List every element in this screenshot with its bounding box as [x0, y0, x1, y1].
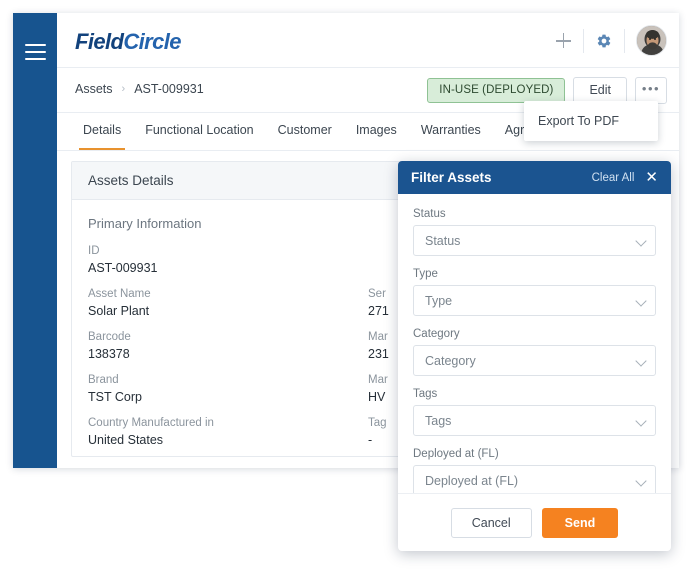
- hamburger-bar: [25, 44, 46, 46]
- hamburger-bar: [25, 58, 46, 60]
- select-placeholder: Status: [425, 233, 461, 248]
- field-value: 138378: [88, 347, 130, 361]
- send-button[interactable]: Send: [541, 507, 619, 538]
- deployed-at-fl-select[interactable]: Deployed at (FL): [413, 465, 656, 493]
- select-placeholder: Tags: [425, 413, 452, 428]
- avatar-photo-icon: [637, 26, 666, 55]
- hamburger-bar: [25, 51, 46, 53]
- breadcrumb-root-link[interactable]: Assets: [75, 82, 113, 96]
- chevron-down-icon: [635, 235, 647, 247]
- plus-icon: [555, 33, 571, 48]
- filter-label: Tags: [413, 388, 438, 400]
- type-select[interactable]: Type: [413, 285, 656, 316]
- filter-assets-panel: Filter Assets Clear All ✕ Status Status …: [398, 161, 671, 551]
- export-dropdown-menu: Export To PDF: [524, 101, 658, 141]
- edit-button[interactable]: Edit: [573, 77, 627, 104]
- field-label: Country Manufactured in: [88, 417, 214, 429]
- tags-select[interactable]: Tags: [413, 405, 656, 436]
- filter-group-type: Type Type: [413, 268, 656, 316]
- field-label: Asset Name: [88, 288, 151, 300]
- chevron-down-icon: [635, 415, 647, 427]
- filter-group-deployed-at-fl: Deployed at (FL) Deployed at (FL): [413, 448, 656, 493]
- logo-text-circle: Circle: [123, 29, 181, 54]
- logo-text-field: Field: [75, 29, 124, 54]
- filter-panel-header: Filter Assets Clear All ✕: [398, 161, 671, 194]
- screenshot-root: FieldCircle Assets › AST-009931 IN-USE (…: [0, 0, 691, 575]
- tab-details[interactable]: Details: [71, 113, 133, 150]
- chevron-down-icon: [635, 475, 647, 487]
- avatar[interactable]: [636, 25, 667, 56]
- app-topbar: FieldCircle: [57, 13, 679, 68]
- chevron-down-icon: [635, 295, 647, 307]
- header-actions: IN-USE (DEPLOYED) Edit •••: [427, 77, 667, 104]
- field-label: ID: [88, 245, 100, 257]
- field-value: AST-009931: [88, 261, 158, 275]
- tab-customer[interactable]: Customer: [266, 113, 344, 150]
- fields-column-left: ID AST-009931 Asset Name Solar Plant Bar…: [88, 245, 368, 456]
- filter-label: Category: [413, 328, 460, 340]
- category-select[interactable]: Category: [413, 345, 656, 376]
- tab-images[interactable]: Images: [344, 113, 409, 150]
- chevron-down-icon: [635, 355, 647, 367]
- topbar-actions: [546, 13, 667, 68]
- menu-item-export-to-pdf[interactable]: Export To PDF: [524, 109, 658, 133]
- status-badge[interactable]: IN-USE (DEPLOYED): [427, 78, 566, 103]
- divider: [624, 28, 625, 53]
- add-button[interactable]: [546, 24, 580, 58]
- field-barcode: Barcode 138378: [88, 331, 354, 361]
- filter-panel-body: Status Status Type Type Category Categor…: [398, 194, 671, 493]
- breadcrumb-separator-icon: ›: [121, 83, 126, 95]
- filter-panel-footer: Cancel Send: [398, 493, 671, 551]
- field-value: Solar Plant: [88, 304, 150, 318]
- field-value: United States: [88, 433, 164, 447]
- field-id: ID AST-009931: [88, 245, 354, 275]
- filter-group-status: Status Status: [413, 208, 656, 256]
- filter-group-tags: Tags Tags: [413, 388, 656, 436]
- filter-label: Type: [413, 268, 438, 280]
- filter-panel-title: Filter Assets: [411, 170, 492, 185]
- divider: [583, 28, 584, 53]
- breadcrumb-current: AST-009931: [134, 82, 204, 96]
- breadcrumb: Assets › AST-009931: [75, 82, 204, 96]
- field-label: Barcode: [88, 331, 131, 343]
- more-options-button[interactable]: •••: [635, 77, 667, 104]
- hamburger-menu-icon[interactable]: [25, 44, 46, 60]
- gear-icon: [597, 34, 611, 47]
- status-select[interactable]: Status: [413, 225, 656, 256]
- filter-label: Deployed at (FL): [413, 448, 499, 460]
- select-placeholder: Type: [425, 293, 453, 308]
- tab-warranties[interactable]: Warranties: [409, 113, 493, 150]
- filter-group-category: Category Category: [413, 328, 656, 376]
- filter-label: Status: [413, 208, 446, 220]
- select-placeholder: Category: [425, 353, 476, 368]
- app-logo[interactable]: FieldCircle: [75, 29, 181, 55]
- field-country-manufactured-in: Country Manufactured in United States: [88, 417, 354, 447]
- select-placeholder: Deployed at (FL): [425, 473, 519, 488]
- close-icon[interactable]: ✕: [645, 170, 658, 185]
- field-value: TST Corp: [88, 390, 142, 404]
- clear-all-button[interactable]: Clear All: [592, 172, 635, 184]
- tab-functional-location[interactable]: Functional Location: [133, 113, 265, 150]
- cancel-button[interactable]: Cancel: [450, 507, 532, 538]
- field-label: Brand: [88, 374, 119, 386]
- sidebar-rail: [13, 13, 57, 468]
- settings-button[interactable]: [587, 24, 621, 58]
- field-asset-name: Asset Name Solar Plant: [88, 288, 354, 318]
- field-brand: Brand TST Corp: [88, 374, 354, 404]
